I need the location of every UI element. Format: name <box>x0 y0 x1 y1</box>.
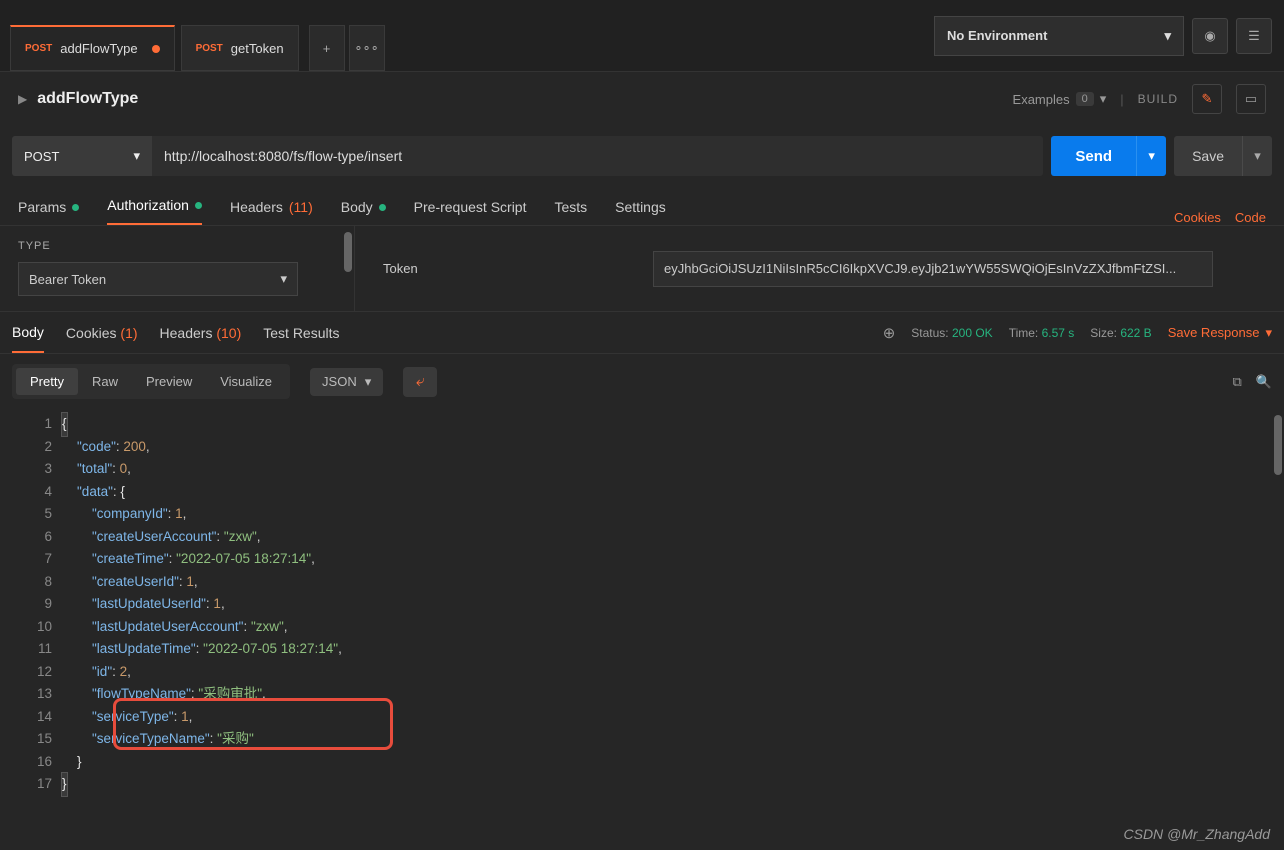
tabs-area: POST addFlowType POST getToken + ∘∘∘ <box>0 0 934 71</box>
copy-icon: ⧉ <box>1233 374 1242 389</box>
view-mode-tabs: Pretty Raw Preview Visualize <box>12 364 290 399</box>
expand-arrow-icon[interactable]: ▶ <box>18 92 27 106</box>
wrap-lines-button[interactable]: ⤶ <box>403 367 437 397</box>
search-icon: 🔍 <box>1256 374 1272 389</box>
copy-button[interactable]: ⧉ <box>1233 374 1242 390</box>
dirty-indicator-icon <box>152 45 160 53</box>
tab-gettoken[interactable]: POST getToken <box>181 25 299 71</box>
time-meta: Time: 6.57 s <box>1009 326 1075 340</box>
view-visualize[interactable]: Visualize <box>206 368 286 395</box>
plus-icon: + <box>323 41 331 56</box>
token-label: Token <box>383 261 653 276</box>
code-content: { "code": 200, "total": 0, "data": { "co… <box>62 409 1284 800</box>
status-dot-icon <box>195 202 202 209</box>
view-preview[interactable]: Preview <box>132 368 206 395</box>
eye-icon: ◉ <box>1204 28 1215 44</box>
scrollbar[interactable] <box>1274 415 1282 475</box>
size-meta: Size: 622 B <box>1090 326 1151 340</box>
chevron-down-icon: ▾ <box>133 148 140 164</box>
request-name: addFlowType <box>37 90 138 108</box>
method-select[interactable]: POST ▾ <box>12 136 152 176</box>
tab-prerequest[interactable]: Pre-request Script <box>414 189 527 225</box>
chevron-down-icon: ▾ <box>1100 91 1107 107</box>
tab-addflowtype[interactable]: POST addFlowType <box>10 25 175 71</box>
scrollbar[interactable] <box>344 232 352 272</box>
save-response-dropdown[interactable]: Save Response ▾ <box>1168 325 1272 341</box>
format-select[interactable]: JSON ▾ <box>310 368 383 396</box>
chevron-down-icon: ▾ <box>280 271 287 287</box>
resp-tab-headers[interactable]: Headers (10) <box>160 314 242 352</box>
search-button[interactable]: 🔍 <box>1256 374 1272 390</box>
token-input[interactable] <box>653 251 1213 287</box>
send-button[interactable]: Send <box>1051 136 1136 176</box>
environment-label: No Environment <box>947 28 1047 43</box>
tab-settings[interactable]: Settings <box>615 189 666 225</box>
ellipsis-icon: ∘∘∘ <box>354 40 378 56</box>
save-button[interactable]: Save <box>1174 136 1242 176</box>
tab-method: POST <box>196 43 223 54</box>
view-pretty[interactable]: Pretty <box>16 368 78 395</box>
status-meta: Status: 200 OK <box>911 326 992 340</box>
resp-tab-cookies[interactable]: Cookies (1) <box>66 314 138 352</box>
build-label: BUILD <box>1138 92 1178 106</box>
resp-tab-body[interactable]: Body <box>12 313 44 353</box>
auth-type-select[interactable]: Bearer Token ▾ <box>18 262 298 296</box>
tab-params[interactable]: Params <box>18 189 79 225</box>
chevron-down-icon: ▾ <box>1164 28 1171 44</box>
send-options-button[interactable]: ▾ <box>1136 136 1166 176</box>
tab-authorization[interactable]: Authorization <box>107 187 202 225</box>
request-header: ▶ addFlowType Examples 0 ▾ | BUILD ✎ ▭ <box>0 72 1284 126</box>
tab-tests[interactable]: Tests <box>554 189 587 225</box>
environment-quicklook-button[interactable]: ◉ <box>1192 18 1228 54</box>
examples-dropdown[interactable]: Examples 0 ▾ <box>1013 91 1107 107</box>
chevron-down-icon: ▾ <box>1254 148 1261 164</box>
cookies-link[interactable]: Cookies <box>1174 210 1221 225</box>
tab-options-button[interactable]: ∘∘∘ <box>349 25 385 71</box>
sliders-icon: ☰ <box>1248 28 1260 44</box>
url-input[interactable] <box>152 136 1043 176</box>
tab-method: POST <box>25 43 52 54</box>
chevron-down-icon: ▾ <box>1265 325 1272 341</box>
wrap-icon: ⤶ <box>416 373 425 391</box>
auth-type-label: TYPE <box>18 240 336 252</box>
tab-name: getToken <box>231 41 284 56</box>
line-gutter: 1234567891011121314151617 <box>0 409 62 800</box>
chevron-down-icon: ▾ <box>365 374 372 390</box>
method-value: POST <box>24 149 59 164</box>
response-body-viewer[interactable]: 1234567891011121314151617 { "code": 200,… <box>0 409 1284 800</box>
examples-count: 0 <box>1076 92 1094 106</box>
tab-headers[interactable]: Headers (11) <box>230 189 313 225</box>
resp-tab-testresults[interactable]: Test Results <box>263 314 339 352</box>
status-dot-icon <box>379 204 386 211</box>
edit-button[interactable]: ✎ <box>1192 84 1222 114</box>
status-dot-icon <box>72 204 79 211</box>
pencil-icon: ✎ <box>1202 91 1213 107</box>
tab-name: addFlowType <box>60 41 137 56</box>
chevron-down-icon: ▾ <box>1148 148 1155 164</box>
settings-button[interactable]: ☰ <box>1236 18 1272 54</box>
code-link[interactable]: Code <box>1235 210 1266 225</box>
globe-icon[interactable]: ⊕ <box>883 324 896 342</box>
environment-select[interactable]: No Environment ▾ <box>934 16 1184 56</box>
annotation-highlight <box>113 698 393 750</box>
comment-icon: ▭ <box>1245 91 1257 107</box>
save-options-button[interactable]: ▾ <box>1242 136 1272 176</box>
watermark: CSDN @Mr_ZhangAdd <box>1124 826 1271 842</box>
comments-button[interactable]: ▭ <box>1236 84 1266 114</box>
tab-body[interactable]: Body <box>341 189 386 225</box>
view-raw[interactable]: Raw <box>78 368 132 395</box>
new-tab-button[interactable]: + <box>309 25 345 71</box>
